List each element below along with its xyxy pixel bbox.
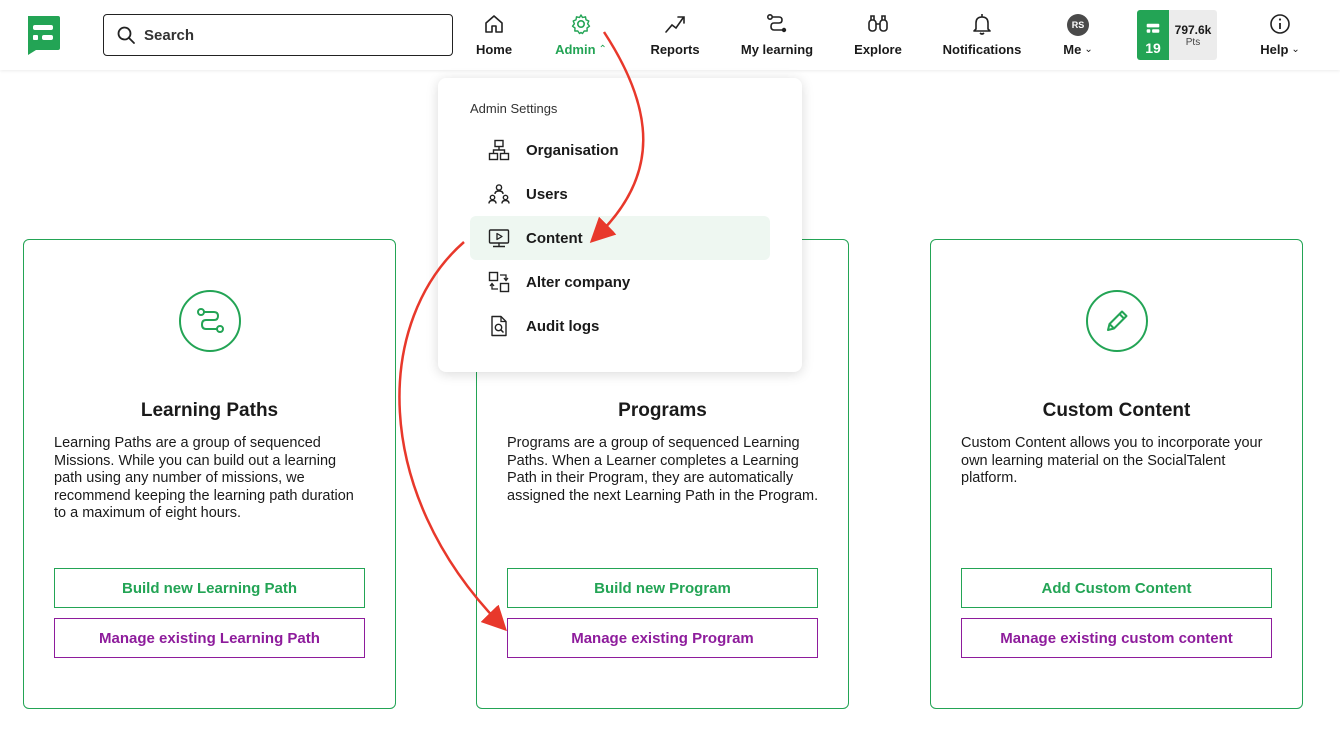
menu-item-label: Organisation [526,141,619,159]
menu-item-users[interactable]: Users [470,172,770,216]
bell-icon [973,14,991,35]
nav-notifications[interactable]: Notifications [940,12,1024,60]
nav-admin[interactable]: Admin ⌃ [549,12,613,60]
nav-help[interactable]: Help ⌄ [1256,12,1304,60]
card-description: Learning Paths are a group of sequenced … [54,435,354,521]
nav-home[interactable]: Home [474,12,514,60]
manage-program-button[interactable]: Manage existing Program [507,618,818,658]
binoculars-icon [868,15,888,32]
pencil-icon [1086,290,1148,352]
nav-my-learning-label: My learning [740,42,814,57]
learning-path-icon [179,290,241,352]
users-icon [488,184,510,204]
socialtalent-logo-icon[interactable] [24,14,62,56]
points-badge[interactable]: 19 797.6k Pts [1137,10,1217,60]
gear-icon [571,14,591,35]
nav-my-learning[interactable]: My learning [738,12,816,60]
chevron-down-icon: ⌄ [1084,44,1093,55]
nav-explore[interactable]: Explore [852,12,904,60]
learning-path-icon [766,13,787,33]
nav-reports[interactable]: Reports [648,12,702,60]
organisation-icon [488,139,510,161]
nav-reports-label: Reports [650,42,700,57]
menu-item-content[interactable]: Content [470,216,770,260]
build-learning-path-button[interactable]: Build new Learning Path [54,568,365,608]
menu-item-label: Alter company [526,273,631,291]
add-custom-content-button[interactable]: Add Custom Content [961,568,1272,608]
menu-item-audit-logs[interactable]: Audit logs [470,304,770,348]
card-title: Programs [618,400,707,421]
card-description: Programs are a group of sequenced Learni… [507,435,819,504]
nav-me[interactable]: RS Me ⌄ [1058,12,1098,60]
top-navigation: Home Admin⌃ Reports My learning Explore [0,0,1340,70]
card-description: Custom Content allows you to incorporate… [961,435,1263,486]
alter-company-icon [488,271,510,293]
menu-item-organisation[interactable]: Organisation [470,128,770,172]
menu-item-alter-company[interactable]: Alter company [470,260,770,304]
nav-home-label: Home [475,42,513,57]
home-icon [485,15,503,33]
level-logo-icon [1146,23,1160,33]
points-unit: Pts [1185,36,1201,48]
trend-up-icon [665,16,685,33]
level-badge: 19 [1137,10,1169,60]
manage-learning-path-button[interactable]: Manage existing Learning Path [54,618,365,658]
admin-settings-dropdown: Admin Settings Organisation Users Conten… [438,78,802,372]
card-title: Custom Content [1042,400,1191,421]
nav-help-label: Help [1260,42,1289,57]
points-value: 797.6k [1174,22,1212,37]
build-program-button[interactable]: Build new Program [507,568,818,608]
menu-item-label: Content [526,229,583,247]
avatar: RS [1067,14,1089,36]
nav-explore-label: Explore [854,42,902,57]
dropdown-header: Admin Settings [470,101,558,116]
card-title: Learning Paths [140,400,279,421]
menu-item-label: Audit logs [526,317,600,335]
content-icon [488,229,510,248]
audit-logs-icon [491,315,507,337]
menu-item-label: Users [526,185,568,203]
info-icon [1270,14,1290,34]
chevron-up-icon: ⌃ [598,44,607,55]
nav-notifications-label: Notifications [942,42,1022,57]
nav-me-label: Me [1063,42,1082,57]
level-number: 19 [1145,40,1161,56]
manage-custom-content-button[interactable]: Manage existing custom content [961,618,1272,658]
chevron-down-icon: ⌄ [1291,44,1300,55]
card-custom-content: Custom Content Custom Content allows you… [930,239,1303,709]
card-learning-paths: Learning Paths Learning Paths are a grou… [23,239,396,709]
search-icon [117,26,135,44]
search-input[interactable] [144,26,444,44]
nav-admin-label: Admin [555,42,596,57]
search-box[interactable] [103,14,453,56]
